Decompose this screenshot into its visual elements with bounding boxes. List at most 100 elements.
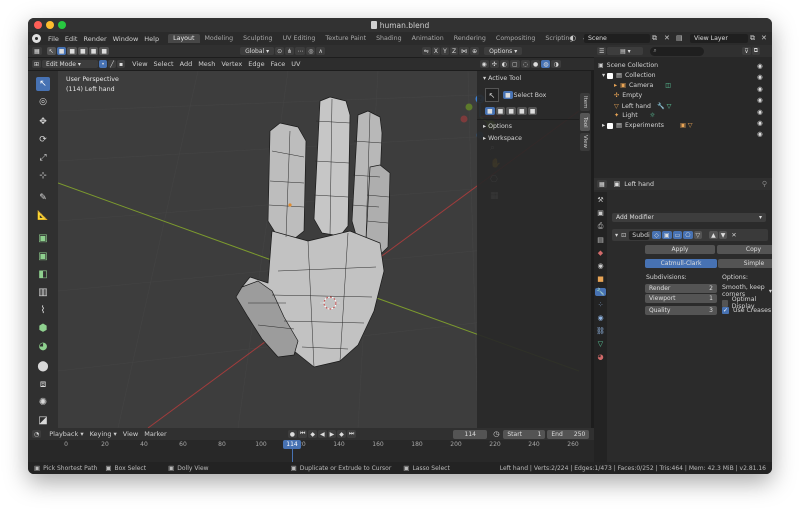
move-down-icon[interactable]: ▼: [718, 231, 728, 239]
tool-knife[interactable]: ⌇: [36, 303, 50, 317]
pin-icon[interactable]: ⚲: [762, 180, 767, 188]
tab-tool[interactable]: Tool: [580, 113, 590, 131]
viewport-menu-view[interactable]: View: [129, 60, 150, 68]
new-scene-icon[interactable]: ⧉: [652, 34, 657, 43]
gizmo-neg-y[interactable]: [465, 103, 473, 111]
timeline-menu-playback[interactable]: Playback ▾: [46, 430, 86, 438]
tab-uv-editing[interactable]: UV Editing: [278, 34, 321, 43]
render-tab-icon[interactable]: ▣: [597, 209, 604, 217]
modifier-wrench-icon[interactable]: 🔧: [657, 102, 665, 110]
use-creases-checkbox[interactable]: ✓ Use Creases: [722, 307, 771, 314]
shading-material-icon[interactable]: ◍: [541, 60, 551, 68]
move-up-icon[interactable]: ▲: [709, 231, 718, 239]
tab-texture-paint[interactable]: Texture Paint: [320, 34, 371, 43]
data-tab-icon[interactable]: ▽: [598, 340, 603, 348]
tool-rotate[interactable]: ⟳: [36, 133, 50, 147]
select-box-row[interactable]: ↖ ■ Select Box: [485, 87, 575, 103]
simple-toggle[interactable]: Simple: [718, 259, 772, 268]
mode-intersect-icon[interactable]: ■: [527, 107, 538, 115]
expand-icon[interactable]: ▸: [602, 122, 605, 129]
tool-shear[interactable]: ◪: [36, 413, 50, 427]
hand-mesh[interactable]: [235, 96, 391, 368]
tool-poly-build[interactable]: ⬢: [36, 321, 50, 335]
tab-layout[interactable]: Layout: [168, 34, 200, 43]
gizmo-icon[interactable]: ✣: [489, 60, 499, 68]
outliner-row-left-hand[interactable]: ▽ Left hand 🔧 ▽: [614, 102, 671, 111]
view-layer-tab-icon[interactable]: ▤: [597, 236, 604, 244]
scene-selector[interactable]: Scene: [584, 34, 650, 43]
tool-transform[interactable]: ⊹: [36, 169, 50, 183]
viewport-menu-mesh[interactable]: Mesh: [195, 60, 218, 68]
eye-icon[interactable]: ◉: [757, 62, 763, 70]
eye-icon[interactable]: ◉: [757, 108, 763, 116]
modifier-tab-icon[interactable]: 🔧: [595, 288, 606, 296]
collapse-icon[interactable]: ▾: [615, 232, 618, 239]
orientation-dropdown[interactable]: Global ▾: [240, 47, 275, 55]
edge-select-mode-icon[interactable]: ╱: [108, 60, 117, 68]
jump-end-button[interactable]: ⏭: [346, 430, 357, 438]
modifier-name-field[interactable]: Subdi: [629, 230, 650, 240]
tab-modeling[interactable]: Modeling: [200, 34, 239, 43]
timeline-menu-marker[interactable]: Marker: [141, 430, 169, 438]
delete-view-layer-icon[interactable]: ✕: [761, 34, 767, 42]
axis-z-toggle[interactable]: Z: [450, 47, 459, 55]
output-tab-icon[interactable]: ⎙: [598, 222, 604, 231]
eye-icon[interactable]: ◉: [757, 119, 763, 127]
outliner-search-input[interactable]: ⌕: [650, 46, 705, 56]
catmull-clark-toggle[interactable]: Catmull-Clark: [645, 259, 717, 268]
show-viewport-icon[interactable]: ▭: [672, 231, 683, 239]
camera-data-icon[interactable]: ◫: [665, 82, 671, 89]
tool-measure[interactable]: 📐: [36, 209, 50, 223]
shading-rendered-icon[interactable]: ◑: [551, 60, 561, 68]
constraints-tab-icon[interactable]: ⛓: [596, 327, 605, 335]
mode-subtract-icon[interactable]: ■: [506, 107, 517, 115]
viewport-menu-face[interactable]: Face: [268, 60, 289, 68]
outliner-display-mode[interactable]: ▤ ▾: [607, 47, 644, 55]
tool-spin[interactable]: ◕: [36, 339, 50, 353]
menu-edit[interactable]: Edit: [62, 35, 81, 43]
expand-icon[interactable]: ▾: [602, 72, 605, 79]
material-tab-icon[interactable]: ◕: [597, 353, 603, 361]
physics-tab-icon[interactable]: ◉: [597, 314, 603, 322]
outliner-editor-type[interactable]: ☰: [597, 47, 607, 55]
shading-solid-icon[interactable]: ●: [530, 60, 541, 68]
quality-field[interactable]: Quality 3: [645, 306, 717, 315]
new-collection-icon[interactable]: ⧉: [751, 47, 761, 55]
viewport-menu-vertex[interactable]: Vertex: [218, 60, 245, 68]
select-box-mode-new[interactable]: ■: [503, 91, 513, 99]
proportional-edit-icon[interactable]: ◎: [306, 47, 316, 55]
tool-scale[interactable]: ⤢: [36, 151, 50, 165]
current-frame-field[interactable]: 114: [453, 429, 488, 439]
active-tool-header[interactable]: ▾ Active Tool: [483, 75, 521, 82]
copy-button[interactable]: Copy: [717, 245, 772, 254]
menu-render[interactable]: Render: [80, 35, 109, 43]
prev-keyframe-button[interactable]: ◆: [308, 430, 317, 438]
mirror-icon[interactable]: ⇋: [421, 47, 431, 55]
new-view-layer-icon[interactable]: ⧉: [750, 34, 755, 43]
minimize-window-button[interactable]: [46, 21, 54, 29]
topology-mirror-icon[interactable]: ⋈: [459, 47, 470, 55]
scene-tab-icon[interactable]: ◆: [598, 249, 603, 257]
close-window-button[interactable]: [34, 21, 42, 29]
tool-move[interactable]: ✥: [36, 115, 50, 129]
next-keyframe-button[interactable]: ◆: [337, 430, 346, 438]
snap-target-icon[interactable]: ⋯: [295, 47, 306, 55]
viewport-menu-select[interactable]: Select: [151, 60, 177, 68]
tool-inset[interactable]: ▣: [36, 249, 50, 263]
auto-merge-icon[interactable]: ⊕: [470, 47, 480, 55]
shading-wireframe-icon[interactable]: ◌: [520, 60, 530, 68]
blender-logo-icon[interactable]: [32, 34, 41, 43]
pivot-icon[interactable]: ⊙: [275, 47, 285, 55]
viewport-menu-add[interactable]: Add: [177, 60, 196, 68]
delete-scene-icon[interactable]: ✕: [664, 34, 670, 42]
outliner-row-collection[interactable]: ▾ ▤ Collection: [602, 72, 656, 79]
tool-edge-slide[interactable]: ⧈: [36, 377, 50, 391]
vertex-select-mode-icon[interactable]: •: [99, 60, 108, 68]
remove-modifier-icon[interactable]: ✕: [731, 232, 736, 239]
show-on-cage-icon[interactable]: ◇: [652, 231, 661, 239]
menu-help[interactable]: Help: [141, 35, 162, 43]
tool-bevel[interactable]: ◧: [36, 267, 50, 281]
axis-x-toggle[interactable]: X: [431, 47, 440, 55]
tab-sculpting[interactable]: Sculpting: [238, 34, 277, 43]
timeline-ruler[interactable]: 020406080100120140160180200220240260: [28, 440, 594, 449]
